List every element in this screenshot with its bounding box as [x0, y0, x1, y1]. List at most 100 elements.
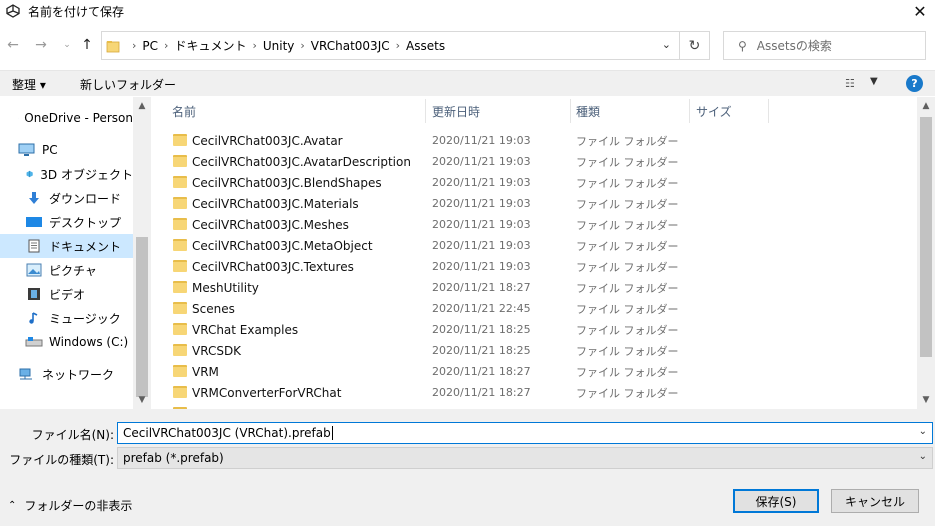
column-divider[interactable]: [768, 99, 769, 123]
breadcrumb-item-assets[interactable]: Assets: [406, 39, 445, 53]
file-list-scrollbar[interactable]: ▲ ▼: [917, 97, 935, 409]
column-divider[interactable]: [689, 99, 690, 123]
column-header-type[interactable]: 種類: [576, 97, 600, 125]
network-icon: [19, 368, 32, 380]
filetype-value: prefab (*.prefab): [123, 451, 224, 465]
search-box[interactable]: ⚲ Assetsの検索: [723, 31, 926, 60]
navigation-row: ← → ⌄ ↑ › PC › ドキュメント › Unity › VRChat00…: [0, 30, 935, 62]
file-name: VRCSDK: [192, 343, 242, 358]
breadcrumb-item-pc[interactable]: PC: [142, 39, 158, 53]
filename-field[interactable]: CecilVRChat003JC (VRChat).prefab ⌄: [117, 422, 933, 444]
unity-app-icon: [6, 4, 20, 18]
folder-icon: [106, 40, 120, 52]
desktop-icon: [26, 217, 42, 227]
folder-icon: [173, 302, 187, 314]
chevron-down-icon[interactable]: ⌄: [919, 451, 927, 462]
file-row[interactable]: CecilVRChat003JC.AvatarDescription 2020/1…: [169, 151, 909, 172]
sidebar-item-pictures[interactable]: ピクチャ: [0, 258, 133, 282]
file-row[interactable]: CecilVRChat003JC.Textures 2020/11/21 19:0…: [169, 256, 909, 277]
file-row[interactable]: VRMConverterForVRChat 2020/11/21 18:27 ファイ…: [169, 382, 909, 403]
scroll-up-icon[interactable]: ▲: [917, 101, 935, 111]
column-header-date[interactable]: 更新日時: [432, 97, 480, 125]
file-type: ファイル フォルダー: [576, 134, 679, 148]
file-type: ファイル フォルダー: [576, 365, 679, 379]
scrollbar-thumb[interactable]: [920, 117, 932, 357]
forward-arrow-icon[interactable]: →: [32, 37, 50, 53]
file-row[interactable]: CecilVRChat003JC.Meshes 2020/11/21 19:03 フ…: [169, 214, 909, 235]
folder-icon: [173, 239, 187, 251]
column-header-size[interactable]: サイズ: [696, 97, 732, 125]
navigation-scrollbar[interactable]: ▲ ▼: [133, 97, 151, 409]
sidebar-item-network[interactable]: ネットワーク: [0, 362, 133, 386]
file-row[interactable]: Scenes 2020/11/21 22:45 ファイル フォルダー: [169, 298, 909, 319]
scroll-up-icon[interactable]: ▲: [133, 101, 151, 111]
folder-icon: [173, 218, 187, 230]
file-date: 2020/11/21 19:03: [432, 260, 531, 273]
file-row[interactable]: MeshUtility 2020/11/21 18:27 ファイル フォルダー: [169, 277, 909, 298]
file-type: ファイル フォルダー: [576, 155, 679, 169]
column-divider[interactable]: [570, 99, 571, 123]
file-row[interactable]: CecilVRChat003JC.Materials 2020/11/21 19:…: [169, 193, 909, 214]
video-icon: [28, 288, 40, 300]
filetype-select[interactable]: prefab (*.prefab) ⌄: [117, 447, 933, 469]
chevron-up-icon: ⌃: [8, 500, 17, 511]
file-row[interactable]: VRChat Examples 2020/11/21 18:25 ファイル フォルダ…: [169, 319, 909, 340]
back-arrow-icon[interactable]: ←: [4, 37, 22, 53]
up-arrow-icon[interactable]: ↑: [78, 37, 96, 53]
file-name: CecilVRChat003JC.BlendShapes: [192, 175, 382, 190]
sidebar-item-windows-c[interactable]: Windows (C:): [0, 330, 133, 354]
file-row[interactable]: CecilVRChat003JC.BlendShapes 2020/11/21 1…: [169, 172, 909, 193]
sidebar-item-downloads[interactable]: ダウンロード: [0, 186, 133, 210]
close-icon[interactable]: ✕: [905, 0, 935, 22]
sidebar-item-label: ダウンロード: [49, 191, 122, 206]
breadcrumb-item-vrchat003jc[interactable]: VRChat003JC: [311, 39, 390, 53]
refresh-icon[interactable]: ↻: [680, 31, 710, 60]
scrollbar-thumb[interactable]: [136, 237, 148, 397]
scroll-down-icon[interactable]: ▼: [917, 395, 935, 405]
sidebar-item-pc[interactable]: PC: [0, 138, 133, 162]
file-row[interactable]: CecilVRChat003JC.MetaObject 2020/11/21 19…: [169, 235, 909, 256]
file-type: ファイル フォルダー: [576, 344, 679, 358]
file-name: CecilVRChat003JC.Avatar: [192, 133, 343, 148]
recent-locations-chevron-icon[interactable]: ⌄: [58, 40, 76, 50]
breadcrumb-item-unity[interactable]: Unity: [263, 39, 295, 53]
title-bar: 名前を付けて保存 ✕: [0, 0, 935, 22]
help-icon[interactable]: ?: [906, 75, 923, 92]
window-title: 名前を付けて保存: [28, 4, 125, 19]
organize-button[interactable]: 整理 ▾: [12, 76, 46, 93]
filename-label: ファイル名(N):: [31, 428, 114, 442]
scroll-down-icon[interactable]: ▼: [133, 395, 151, 405]
sidebar-item-label: Windows (C:): [49, 335, 129, 349]
column-header-name[interactable]: 名前: [172, 97, 196, 125]
sidebar-item-onedrive[interactable]: OneDrive - Person: [0, 106, 133, 130]
breadcrumb-item-documents[interactable]: ドキュメント: [174, 37, 246, 54]
sidebar-item-videos[interactable]: ビデオ: [0, 282, 133, 306]
sidebar-item-label: ビデオ: [49, 287, 86, 302]
file-row[interactable]: VRCSDK 2020/11/21 18:25 ファイル フォルダー: [169, 340, 909, 361]
hide-folders-toggle[interactable]: ⌃ フォルダーの非表示: [8, 497, 132, 514]
address-bar[interactable]: › PC › ドキュメント › Unity › VRChat003JC › As…: [101, 31, 680, 60]
file-row[interactable]: VRM 2020/11/21 18:27 ファイル フォルダー: [169, 361, 909, 382]
folder-icon: [173, 344, 187, 356]
file-date: 2020/11/21 22:45: [432, 302, 531, 315]
view-options-icon[interactable]: ☷: [845, 77, 855, 90]
view-options-chevron-icon[interactable]: ▼: [870, 76, 878, 87]
sidebar-item-desktop[interactable]: デスクトップ: [0, 210, 133, 234]
new-folder-button[interactable]: 新しいフォルダー: [80, 76, 176, 93]
search-icon: ⚲: [738, 38, 747, 53]
save-form: ファイル名(N): CecilVRChat003JC (VRChat).pref…: [0, 409, 935, 526]
sidebar-item-3d-objects[interactable]: 3D オブジェクト: [0, 162, 133, 186]
sidebar-item-music[interactable]: ミュージック: [0, 306, 133, 330]
3d-objects-icon: [26, 170, 33, 178]
sidebar-item-documents[interactable]: ドキュメント: [0, 234, 133, 258]
cancel-button[interactable]: キャンセル: [831, 489, 919, 513]
file-name: CecilVRChat003JC.Materials: [192, 196, 359, 211]
column-divider[interactable]: [425, 99, 426, 123]
file-row[interactable]: CecilVRChat003JC.Avatar 2020/11/21 19:03 フ…: [169, 130, 909, 151]
file-type: ファイル フォルダー: [576, 239, 679, 253]
chevron-down-icon[interactable]: ⌄: [919, 426, 927, 437]
save-button[interactable]: 保存(S): [733, 489, 819, 513]
file-date: 2020/11/21 19:03: [432, 155, 531, 168]
file-name: VRMConverterForVRChat: [192, 385, 342, 400]
address-dropdown-chevron-icon[interactable]: ⌄: [662, 38, 671, 51]
